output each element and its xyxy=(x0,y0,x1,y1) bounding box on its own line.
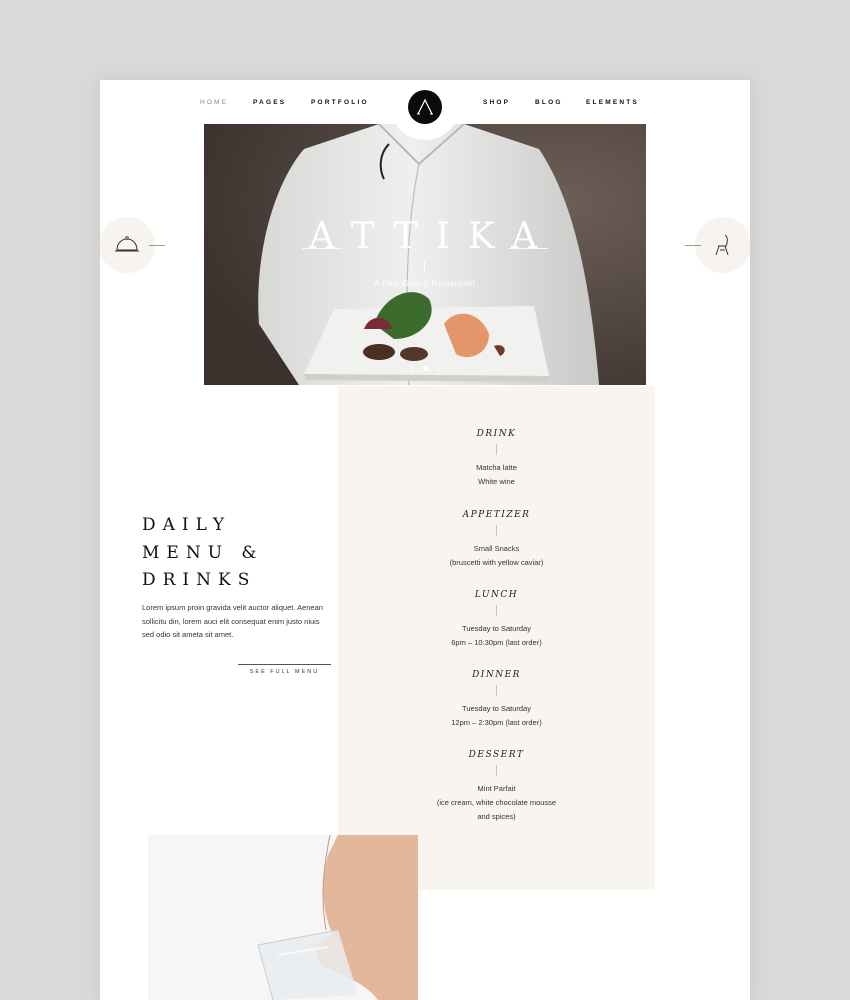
hand-glass-illustration xyxy=(148,835,418,1000)
next-slide-button[interactable] xyxy=(695,217,750,273)
menu-panel: DRINK Matcha latte White wine APPETIZER … xyxy=(338,386,655,890)
heading-line: DAILY xyxy=(142,515,232,535)
page: HOME PAGES PORTFOLIO SHOP BLOG ELEMENTS xyxy=(100,80,750,1000)
chair-icon xyxy=(715,234,729,256)
next-slide-line xyxy=(685,245,701,246)
menu-section-title: APPETIZER xyxy=(462,510,531,520)
nav-pages[interactable]: PAGES xyxy=(253,99,286,106)
menu-section-lunch: LUNCH Tuesday to Saturday 6pm – 10:30pm … xyxy=(338,590,655,650)
nav-elements[interactable]: ELEMENTS xyxy=(586,99,639,106)
hero-subtitle: A Fine Dining Restaurant xyxy=(374,279,476,288)
see-full-menu-link[interactable]: SEE FULL MENU xyxy=(238,664,331,675)
menu-section-dinner: DINNER Tuesday to Saturday 12pm – 2:30pm… xyxy=(338,670,655,730)
menu-item: Tuesday to Saturday xyxy=(462,624,531,633)
menu-item: and spices) xyxy=(477,812,516,821)
menu-section-title: LUNCH xyxy=(474,590,519,600)
menu-item: Matcha latte xyxy=(476,463,517,472)
heading-line: DRINKS xyxy=(142,570,257,590)
menu-item: White wine xyxy=(478,477,515,486)
nav-portfolio[interactable]: PORTFOLIO xyxy=(311,99,369,106)
nav-blog[interactable]: BLOG xyxy=(535,99,563,106)
letter-a-logo-icon xyxy=(417,98,433,115)
slider-dot-1[interactable] xyxy=(408,366,414,371)
menu-divider xyxy=(496,605,497,616)
site-logo[interactable] xyxy=(408,90,442,124)
menu-section-dessert: DESSERT Mint Parfait (ice cream, white c… xyxy=(338,750,655,824)
hero-divider xyxy=(424,261,425,273)
hero-title-underline-right xyxy=(508,248,548,249)
menu-section-drink: DRINK Matcha latte White wine xyxy=(338,429,655,489)
nav-home[interactable]: HOME xyxy=(200,99,228,106)
menu-section-title: DESSERT xyxy=(468,750,525,760)
menu-item: 6pm – 10:30pm (last order) xyxy=(451,638,542,647)
menu-divider xyxy=(496,444,497,455)
menu-divider xyxy=(496,525,497,536)
menu-item: Tuesday to Saturday xyxy=(462,704,531,713)
intro-body-text: Lorem ipsum proin gravida velit auctor a… xyxy=(142,603,323,639)
menu-item: Small Snacks xyxy=(473,544,520,553)
menu-section-title: DINNER xyxy=(472,670,521,680)
prev-slide-line xyxy=(149,245,165,246)
menu-item: (bruscetti with yellow caviar) xyxy=(449,558,544,567)
cloche-icon xyxy=(115,236,139,252)
slider-dots xyxy=(204,366,646,371)
heading-line: MENU & xyxy=(142,542,264,563)
menu-section-title: DRINK xyxy=(476,429,517,439)
slider-dot-2[interactable] xyxy=(422,366,428,371)
glass-pour-image xyxy=(148,835,418,1000)
menu-divider xyxy=(496,685,497,696)
menu-divider xyxy=(496,765,497,776)
nav-shop[interactable]: SHOP xyxy=(483,99,510,106)
menu-item: 12pm – 2:30pm (last order) xyxy=(451,718,542,727)
prev-slide-button[interactable] xyxy=(100,217,155,273)
daily-menu-heading: DAILY MENU & DRINKS xyxy=(142,512,264,595)
hero-title-underline-left xyxy=(302,248,342,249)
menu-section-appetizer: APPETIZER Small Snacks (bruscetti with y… xyxy=(338,510,655,570)
hero-slider: ATTIKA A Fine Dining Restaurant xyxy=(204,124,646,385)
hero-title: ATTIKA xyxy=(308,216,556,257)
menu-item: (ice cream, white chocolate mousse xyxy=(436,798,557,807)
slider-dot-3[interactable] xyxy=(436,366,442,371)
menu-item: Mint Parfait xyxy=(477,784,516,793)
